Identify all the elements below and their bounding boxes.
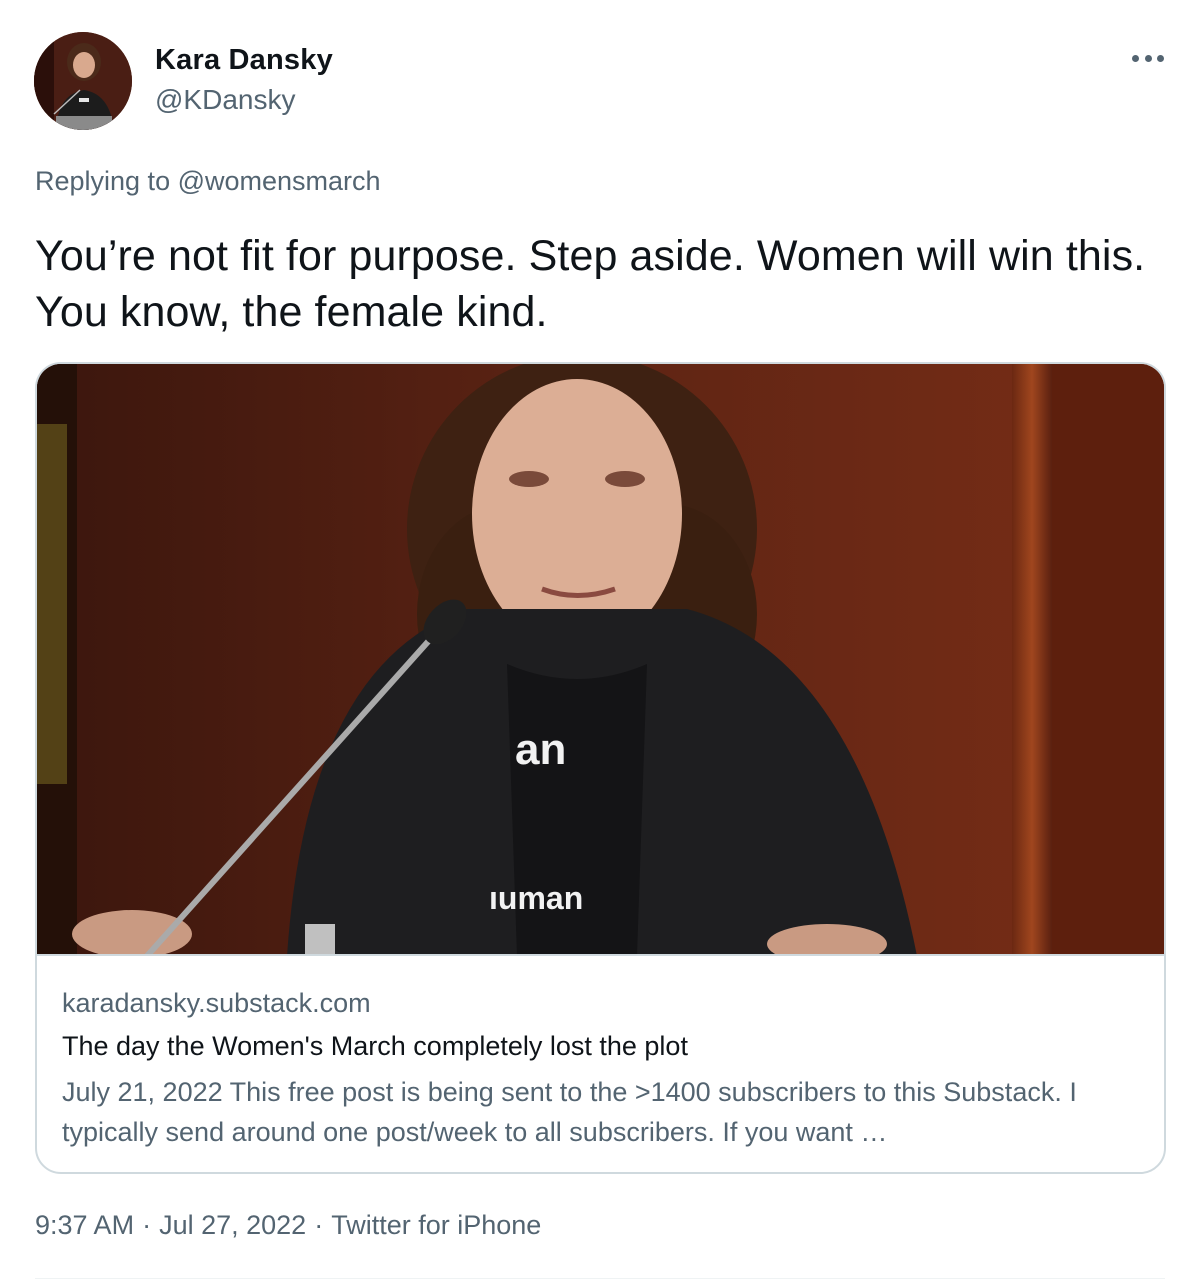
timestamp-date[interactable]: Jul 27, 2022 — [159, 1210, 306, 1240]
tweet-text: You’re not fit for purpose. Step aside. … — [35, 232, 1146, 336]
divider — [35, 1278, 1165, 1279]
reply-mention-link[interactable]: @womensmarch — [178, 166, 381, 196]
card-divider — [37, 954, 1164, 956]
shirt-text-top: an — [515, 725, 566, 774]
dot — [1144, 54, 1152, 62]
card-domain: karadansky.substack.com — [62, 988, 371, 1018]
card-title: The day the Women's March completely los… — [62, 1031, 688, 1061]
meta-separator: · — [142, 1210, 152, 1240]
avatar[interactable] — [34, 32, 132, 130]
author-handle[interactable]: @KDansky — [155, 84, 295, 116]
timestamp-time[interactable]: 9:37 AM — [35, 1210, 134, 1240]
tweet-meta: 9:37 AM · Jul 27, 2022 · Twitter for iPhone — [35, 1210, 541, 1241]
shirt-text-bottom: ıuman — [489, 880, 583, 916]
link-card[interactable]: an ıuman karadansky.substack.com The day… — [35, 362, 1166, 1174]
replying-prefix: Replying to — [35, 166, 178, 196]
replying-to: Replying to @womensmarch — [35, 166, 381, 197]
tweet: Kara Dansky @KDansky Replying to @womens… — [0, 0, 1200, 1284]
card-image[interactable]: an ıuman — [37, 364, 1164, 956]
dot — [1132, 54, 1139, 62]
meta-separator: · — [314, 1210, 324, 1240]
more-options-icon[interactable] — [1128, 46, 1168, 70]
card-description: July 21, 2022 This free post is being se… — [62, 1077, 1077, 1147]
tweet-source[interactable]: Twitter for iPhone — [331, 1210, 541, 1240]
dot — [1157, 54, 1164, 62]
author-name[interactable]: Kara Dansky — [155, 44, 333, 77]
